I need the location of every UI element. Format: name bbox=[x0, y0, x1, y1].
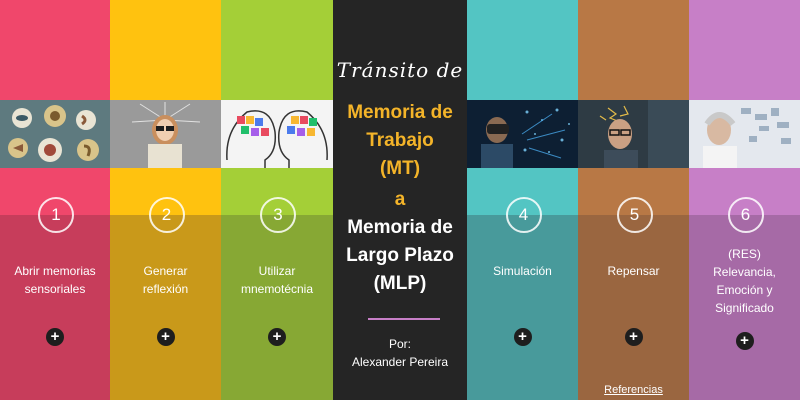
vr-simulation-photo bbox=[467, 100, 578, 168]
column-bottom-band bbox=[221, 215, 333, 400]
step-label-line: Generar bbox=[143, 264, 188, 278]
intro-text: Tránsito de bbox=[336, 58, 464, 82]
step-label-line: mnemotécnia bbox=[240, 282, 314, 296]
connector-text: a bbox=[394, 189, 406, 210]
step-label-4: Simulación bbox=[471, 262, 574, 280]
step-label-line: Relevancia, bbox=[713, 265, 776, 279]
step-label-line: (RES) bbox=[728, 247, 761, 261]
step-column-3: 3 Utilizar mnemotécnia + bbox=[221, 0, 333, 400]
step-number-6: 6 bbox=[727, 197, 764, 233]
senses-illustration bbox=[0, 100, 110, 168]
target-memory-line: Largo Plazo bbox=[346, 245, 454, 266]
plus-icon[interactable]: + bbox=[735, 332, 754, 350]
step-label-3: Utilizar mnemotécnia bbox=[225, 262, 329, 298]
plus-icon[interactable]: + bbox=[268, 328, 286, 346]
source-memory-abbr: (MT) bbox=[379, 158, 421, 179]
step-label-line: Simulación bbox=[493, 264, 552, 278]
target-memory-line: Memoria de bbox=[347, 217, 453, 238]
references-link[interactable]: Referencias bbox=[578, 384, 689, 396]
step-label-line: sensoriales bbox=[24, 282, 86, 296]
title-panel: Tránsito de Memoria de Trabajo (MT) a Me… bbox=[333, 0, 467, 400]
step-column-4: 4 Simulación + bbox=[467, 0, 578, 400]
column-bottom-band bbox=[110, 215, 221, 400]
step-column-6: 6 (RES) Relevancia, Emoción y Significad… bbox=[689, 0, 800, 400]
plus-icon[interactable]: + bbox=[624, 328, 643, 346]
step-column-2: 2 Generar reflexión + bbox=[110, 0, 221, 400]
step-column-1: 1 Abrir memorias sensoriales + bbox=[0, 0, 110, 400]
significance-woman-photo bbox=[689, 100, 800, 168]
rethinking-man-photo bbox=[578, 100, 689, 168]
plus-icon[interactable]: + bbox=[513, 328, 532, 346]
author-prefix: Por: bbox=[388, 337, 411, 351]
step-column-5: 5 Repensar + Referencias bbox=[578, 0, 689, 400]
divider bbox=[368, 318, 440, 320]
step-label-line: reflexión bbox=[142, 282, 189, 296]
plus-icon[interactable]: + bbox=[156, 328, 175, 346]
step-label-line: Abrir memorias bbox=[14, 264, 96, 278]
step-label-line: Utilizar bbox=[258, 264, 296, 278]
plus-icon[interactable]: + bbox=[46, 328, 64, 346]
step-label-line: Emoción y bbox=[716, 283, 773, 297]
step-number-3: 3 bbox=[260, 197, 296, 233]
step-label-1: Abrir memorias sensoriales bbox=[4, 262, 106, 298]
source-memory-line: Trabajo bbox=[366, 130, 434, 151]
step-number-2: 2 bbox=[148, 197, 185, 233]
author-credit: Por: Alexander Pereira bbox=[333, 335, 467, 371]
step-label-6: (RES) Relevancia, Emoción y Significado bbox=[693, 245, 796, 317]
step-label-2: Generar reflexión bbox=[114, 262, 217, 298]
step-label-line: Repensar bbox=[607, 264, 660, 278]
column-bottom-band bbox=[0, 215, 110, 400]
author-name: Alexander Pereira bbox=[351, 355, 449, 369]
column-bottom-band bbox=[578, 215, 689, 400]
puzzle-brain-illustration bbox=[221, 100, 333, 168]
target-memory-abbr: (MLP) bbox=[373, 273, 427, 294]
column-bottom-band bbox=[467, 215, 578, 400]
thinking-woman-photo bbox=[110, 100, 221, 168]
step-label-line: Significado bbox=[715, 301, 774, 315]
source-memory-line: Memoria de bbox=[347, 102, 453, 123]
step-number-4: 4 bbox=[505, 197, 542, 233]
step-label-5: Repensar bbox=[582, 262, 685, 280]
step-number-1: 1 bbox=[38, 197, 74, 233]
step-number-5: 5 bbox=[616, 197, 653, 233]
